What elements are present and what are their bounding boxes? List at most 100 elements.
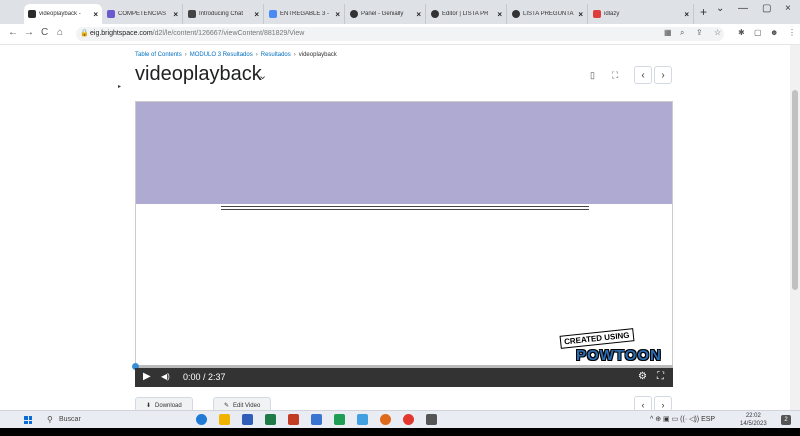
tab-label: LISTA PREGUNTA	[523, 11, 574, 17]
chevron-down-icon[interactable]: ⌄	[258, 69, 267, 82]
taskbar-search[interactable]: ⚲ Buscar	[45, 413, 160, 427]
sidepanel-icon[interactable]: ▢	[754, 28, 762, 37]
taskbar-clock[interactable]: 22:02 14/5/2023	[740, 412, 767, 428]
url-host: eig.brightspace.com	[90, 30, 153, 37]
taskbar-app-icon[interactable]	[196, 414, 207, 425]
screen: videoplayback - × COMPETENCIAS × Introdu…	[0, 0, 800, 436]
download-label: Download	[155, 403, 182, 409]
tab-label: videoplayback -	[39, 11, 81, 17]
next-topic-button[interactable]: ›	[654, 66, 672, 84]
breadcrumb-separator: ›	[184, 52, 187, 58]
close-window-button[interactable]: ×	[785, 3, 791, 14]
taskbar-app-icon[interactable]	[288, 414, 299, 425]
taskbar-app-icon[interactable]	[334, 414, 345, 425]
settings-gear-icon[interactable]: ⚙	[638, 371, 647, 382]
url-bar[interactable]: 🔒 eig.brightspace.com/d2l/le/content/126…	[76, 27, 724, 41]
clock-time: 22:02	[745, 413, 761, 419]
powtoon-brand-text: POWTOON	[576, 347, 662, 364]
video-frame-line	[221, 209, 589, 210]
address-toolbar: ← → C ⌂ 🔒 eig.brightspace.com/d2l/le/con…	[0, 24, 800, 45]
tab-favicon	[28, 10, 36, 18]
close-icon[interactable]: ×	[416, 10, 421, 19]
close-icon[interactable]: ×	[254, 10, 259, 19]
tab-editor-lista[interactable]: Editor | LISTA PR ×	[427, 4, 507, 24]
download-icon: ⬇	[146, 403, 152, 409]
tab-favicon	[188, 10, 196, 18]
breadcrumb-link-modulo[interactable]: MODULO 3 Resultados	[190, 52, 253, 58]
fullscreen-icon[interactable]: ⛶	[612, 70, 618, 81]
zoom-icon[interactable]: ⌕	[680, 28, 684, 38]
tab-competencias[interactable]: COMPETENCIAS ×	[103, 4, 183, 24]
minimize-button[interactable]: —	[738, 3, 748, 14]
bookmark-star-icon[interactable]: ☆	[714, 28, 721, 37]
menu-icon[interactable]: ⋮	[788, 28, 796, 37]
browser-tab-strip: videoplayback - × COMPETENCIAS × Introdu…	[0, 0, 800, 24]
breadcrumb-link-resultados[interactable]: Resultados	[261, 52, 291, 58]
page-content: Table of Contents › MODULO 3 Resultados › Re…	[0, 45, 790, 413]
taskbar-app-icon[interactable]	[380, 414, 391, 425]
video-fullscreen-icon[interactable]: ⛶	[657, 371, 664, 382]
taskbar-app-icon[interactable]	[426, 414, 437, 425]
tab-entregable[interactable]: ENTREGABLE 3 - ×	[265, 4, 345, 24]
tab-search-icon[interactable]: ⌄	[716, 3, 724, 14]
close-icon[interactable]: ×	[497, 10, 502, 19]
tab-videoplayback[interactable]: videoplayback - ×	[24, 4, 102, 24]
video-frame-band	[136, 102, 672, 204]
page-scrollbar-thumb[interactable]	[792, 90, 798, 290]
screen-border	[0, 428, 800, 436]
tab-idlazy[interactable]: idlazy ×	[589, 4, 694, 24]
powtoon-created-text: CREATED USING	[559, 328, 635, 349]
pencil-icon: ✎	[224, 403, 230, 409]
close-icon[interactable]: ×	[335, 10, 340, 19]
lock-icon[interactable]: 🔒	[80, 27, 89, 41]
previous-topic-button[interactable]: ‹	[634, 66, 652, 84]
tab-label: Panel - Genially	[361, 11, 404, 17]
reload-button[interactable]: C	[41, 27, 48, 38]
collapse-toc-icon[interactable]: ▸	[118, 83, 121, 90]
forward-button[interactable]: →	[24, 27, 34, 38]
tab-lista-pregunta[interactable]: LISTA PREGUNTA ×	[508, 4, 588, 24]
tab-favicon	[512, 10, 520, 18]
volume-icon[interactable]: ◀)	[161, 372, 170, 381]
home-button[interactable]: ⌂	[57, 27, 63, 38]
windows-start-icon[interactable]	[24, 416, 32, 424]
tab-favicon	[350, 10, 358, 18]
tab-label: COMPETENCIAS	[118, 11, 167, 17]
translate-icon[interactable]: ▦	[664, 28, 672, 37]
tab-label: Introducing Chat	[199, 11, 244, 17]
close-icon[interactable]: ×	[173, 10, 178, 19]
tab-label: idlazy	[604, 11, 620, 17]
tab-favicon	[107, 10, 115, 18]
share-icon[interactable]: ⇪	[696, 28, 703, 37]
new-tab-button[interactable]: +	[700, 5, 707, 19]
profile-avatar[interactable]: ☻	[770, 28, 778, 37]
back-button[interactable]: ←	[8, 27, 18, 38]
breadcrumb-current: videoplayback	[298, 52, 337, 58]
tab-genially[interactable]: Panel - Genially ×	[346, 4, 426, 24]
url-path: /d2l/le/content/126667/viewContent/88182…	[152, 30, 305, 37]
notification-icon[interactable]: 2	[781, 415, 791, 425]
video-frame-line	[221, 206, 589, 207]
tab-label: ENTREGABLE 3 -	[280, 11, 330, 17]
bookmark-icon[interactable]: ▯	[590, 70, 595, 81]
tab-introducing-chat[interactable]: Introducing Chat ×	[184, 4, 264, 24]
taskbar-app-icon[interactable]	[265, 414, 276, 425]
breadcrumb-link-toc[interactable]: Table of Contents	[135, 52, 182, 58]
system-tray[interactable]: ^ ⊕ ▣ ▭ ((· ◁)) ESP	[650, 415, 715, 423]
breadcrumb-separator: ›	[293, 52, 296, 58]
close-icon[interactable]: ×	[578, 10, 583, 19]
taskbar-app-icon[interactable]	[403, 414, 414, 425]
taskbar-app-icon[interactable]	[219, 414, 230, 425]
breadcrumb-separator: ›	[255, 52, 258, 58]
extensions-icon[interactable]: ✱	[738, 28, 745, 37]
search-placeholder: Buscar	[59, 416, 81, 423]
taskbar-app-icon[interactable]	[242, 414, 253, 425]
video-player[interactable]: CREATED USING POWTOON	[135, 101, 673, 387]
taskbar-app-icon[interactable]	[357, 414, 368, 425]
taskbar-app-icon[interactable]	[311, 414, 322, 425]
close-icon[interactable]: ×	[93, 10, 98, 19]
play-icon[interactable]: ▶	[143, 371, 151, 382]
close-icon[interactable]: ×	[684, 10, 689, 19]
page-title: videoplayback	[135, 63, 262, 85]
maximize-button[interactable]: ▢	[762, 3, 771, 14]
